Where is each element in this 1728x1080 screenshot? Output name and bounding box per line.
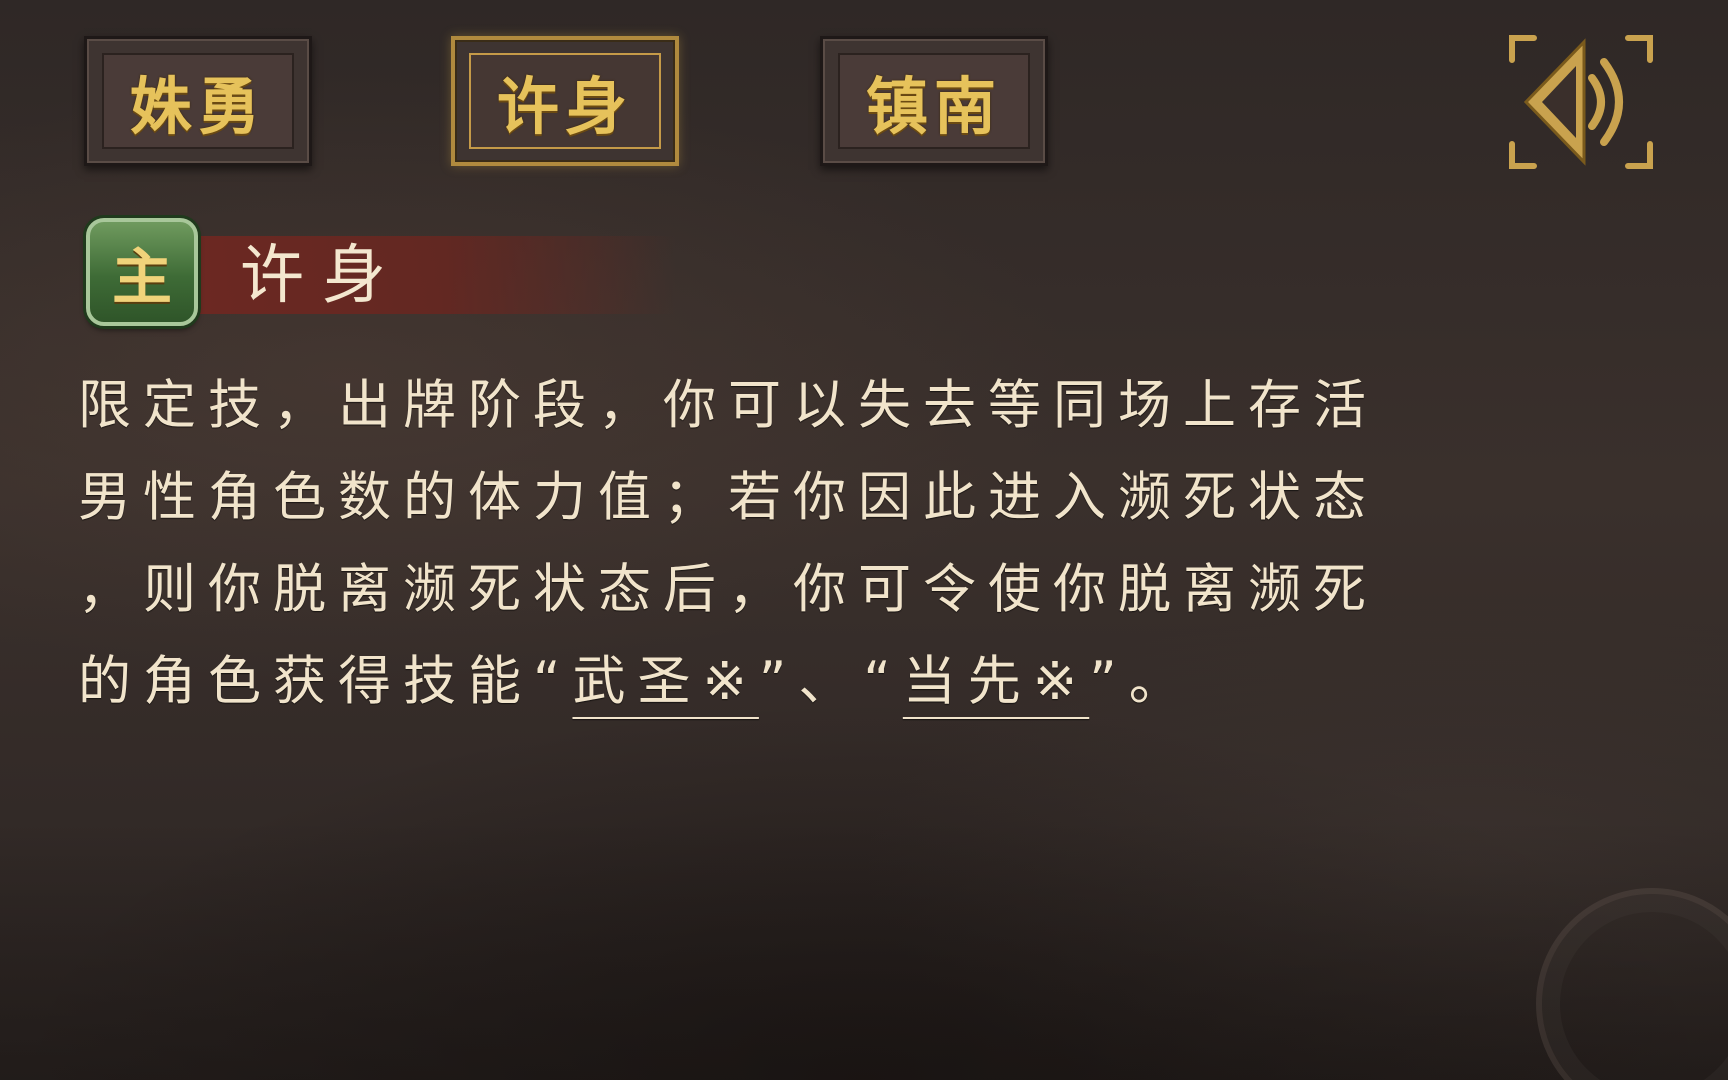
description-line-4: 的角色获得技能“武圣※”、“当先※”。 [78, 636, 1658, 728]
voice-button[interactable] [1506, 30, 1656, 174]
skill-name-ribbon [156, 236, 676, 314]
skill-info-panel: 姝勇 许身 镇南 主 许身 限定技，出牌阶段，你可以失去等同场上存活 男性角色数… [0, 0, 1728, 1080]
lord-skill-badge: 主 [86, 218, 198, 326]
tab-skill-3[interactable]: 镇南 [820, 36, 1048, 166]
skill-link-wusheng[interactable]: 武圣※ [572, 651, 758, 712]
skill-link-dangxian[interactable]: 当先※ [903, 651, 1089, 712]
description-line-3: ，则你脱离濒死状态后，你可令使你脱离濒死 [78, 559, 1378, 620]
tab-skill-1[interactable]: 姝勇 [84, 36, 312, 166]
skill-description: 限定技，出牌阶段，你可以失去等同场上存活 男性角色数的体力值；若你因此进入濒死状… [78, 360, 1658, 728]
description-line-4-middle: ”、“ [758, 651, 903, 712]
tab-skill-1-label: 姝勇 [102, 53, 294, 149]
description-line-4-suffix: ”。 [1089, 651, 1194, 712]
tab-skill-2[interactable]: 许身 [451, 36, 679, 166]
speaker-icon [1509, 35, 1653, 169]
description-line-1: 限定技，出牌阶段，你可以失去等同场上存活 [78, 375, 1378, 436]
tab-skill-2-label: 许身 [469, 53, 661, 149]
skill-header: 主 许身 [86, 218, 676, 328]
description-line-4-prefix: 的角色获得技能“ [78, 651, 573, 712]
tab-skill-3-label: 镇南 [838, 53, 1030, 149]
background-haze [0, 820, 1728, 1080]
skill-name: 许身 [240, 239, 404, 313]
description-line-2: 男性角色数的体力值；若你因此进入濒死状态 [78, 467, 1378, 528]
